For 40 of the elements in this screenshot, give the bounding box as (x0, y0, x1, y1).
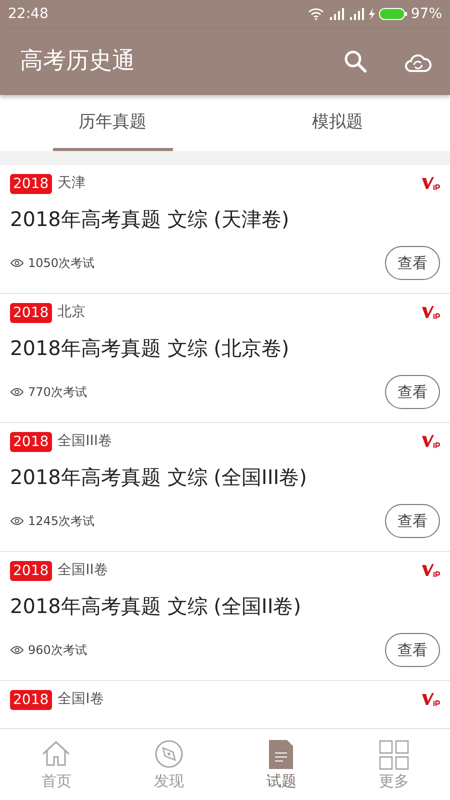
charging-icon (368, 8, 375, 20)
view-button[interactable]: 查看 (385, 246, 440, 280)
tab[interactable]: 历年真题 (52, 95, 172, 151)
nav-tab[interactable]: 试题 (225, 729, 338, 800)
signal-icon (328, 8, 344, 20)
exam-title: 2018年高考真题 文综 (天津卷) (10, 206, 290, 233)
status-time: 22:48 (8, 4, 48, 24)
view-button[interactable]: 查看 (385, 633, 440, 667)
battery-icon (378, 8, 407, 20)
year-tag: 2018 (10, 432, 52, 452)
eye-icon (10, 516, 24, 526)
view-count: 1245次考试 (28, 513, 95, 530)
search-icon[interactable] (344, 50, 368, 74)
eye-icon (10, 645, 24, 655)
view-count: 960次考试 (28, 642, 87, 659)
tab[interactable]: 模拟题 (278, 95, 398, 151)
region-label: 天津 (58, 174, 87, 193)
year-tag: 2018 (10, 302, 52, 322)
exam-title: 2018年高考真题 文综 (全国III卷) (10, 464, 308, 491)
battery-level: 97% (410, 4, 442, 24)
grid-icon (378, 739, 410, 770)
year-tag: 2018 (10, 174, 52, 194)
year-tag: 2018 (10, 560, 52, 580)
region-label: 全国III卷 (58, 432, 114, 451)
view-count: 770次考试 (28, 384, 87, 401)
signal-icon (348, 8, 364, 20)
view-button[interactable]: 查看 (385, 375, 440, 409)
exam-title: 2018年高考真题 文综 (北京卷) (10, 335, 290, 362)
year-tag: 2018 (10, 690, 52, 710)
region-label: 全国I卷 (58, 690, 105, 709)
view-count: 1050次考试 (28, 255, 95, 272)
wifi-icon (308, 8, 324, 20)
app-title: 高考历史通 (20, 47, 136, 76)
eye-icon (10, 258, 24, 268)
exam-title: 2018年高考真题 文综 (全国II卷) (10, 593, 302, 620)
compass-icon (152, 739, 185, 770)
region-label: 全国II卷 (58, 561, 109, 580)
eye-icon (10, 387, 24, 397)
region-label: 北京 (58, 303, 87, 322)
view-button[interactable]: 查看 (385, 504, 440, 538)
